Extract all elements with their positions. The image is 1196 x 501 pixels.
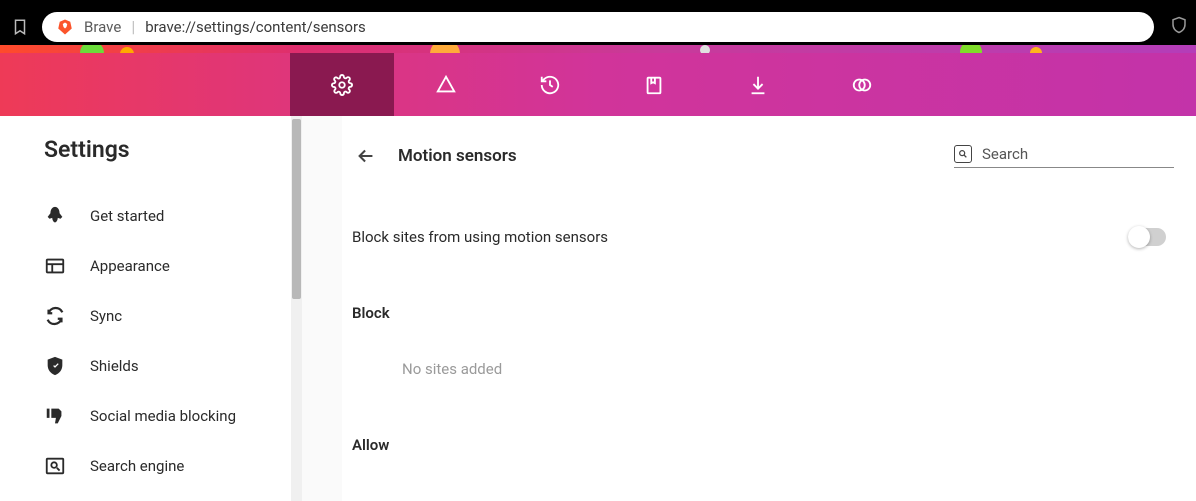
page-title: Motion sensors <box>398 146 517 166</box>
search-field[interactable] <box>954 145 1174 168</box>
search-icon <box>954 145 972 163</box>
url-text: brave://settings/content/sensors <box>145 18 366 36</box>
url-label: Brave <box>84 18 121 36</box>
layout-icon <box>44 255 66 277</box>
sidebar-item-search-engine[interactable]: Search engine <box>44 441 291 491</box>
sidebar-item-sync[interactable]: Sync <box>44 291 291 341</box>
sidebar-scrollbar[interactable] <box>291 116 302 501</box>
rocket-icon <box>44 205 66 227</box>
toggle-label: Block sites from using motion sensors <box>352 228 608 246</box>
block-sensors-toggle[interactable] <box>1128 228 1166 246</box>
block-empty-text: No sites added <box>342 322 1196 378</box>
theme-strip <box>0 45 1196 53</box>
shield-icon <box>44 355 66 377</box>
search-box-icon <box>44 455 66 477</box>
toolbar-history-tab[interactable] <box>498 53 602 116</box>
toolbar-settings-tab[interactable] <box>290 53 394 116</box>
allow-section-header: Allow <box>342 378 1196 454</box>
url-bar[interactable]: Brave | brave://settings/content/sensors <box>42 12 1154 42</box>
toolbar-wallet-tab[interactable] <box>810 53 914 116</box>
thumbs-down-icon <box>44 405 66 427</box>
sidebar-item-get-started[interactable]: Get started <box>44 191 291 241</box>
sidebar-item-label: Social media blocking <box>90 407 236 425</box>
sidebar-item-label: Shields <box>90 357 139 375</box>
sidebar-title: Settings <box>44 136 291 163</box>
back-button[interactable] <box>352 142 380 170</box>
sidebar-item-label: Sync <box>90 307 122 325</box>
bookmark-icon[interactable] <box>8 18 32 36</box>
toggle-knob <box>1128 226 1150 248</box>
sidebar-item-label: Get started <box>90 207 164 225</box>
block-section-header: Block <box>342 246 1196 322</box>
sidebar-item-label: Appearance <box>90 257 170 275</box>
search-input[interactable] <box>982 145 1152 163</box>
browser-chrome: Brave | brave://settings/content/sensors <box>0 8 1196 45</box>
sidebar-item-social-blocking[interactable]: Social media blocking <box>44 391 291 441</box>
sidebar-item-shields[interactable]: Shields <box>44 341 291 391</box>
shield-status-icon[interactable] <box>1170 16 1188 38</box>
brave-logo-icon <box>56 18 74 36</box>
sidebar-item-appearance[interactable]: Appearance <box>44 241 291 291</box>
toolbar-rewards-tab[interactable] <box>394 53 498 116</box>
settings-toolbar <box>0 53 1196 116</box>
toolbar-bookmarks-tab[interactable] <box>602 53 706 116</box>
sync-icon <box>44 305 66 327</box>
toolbar-downloads-tab[interactable] <box>706 53 810 116</box>
scrollbar-thumb[interactable] <box>292 119 301 299</box>
settings-sidebar: Settings Get started Appearance Sync Shi… <box>0 116 291 501</box>
sidebar-item-label: Search engine <box>90 457 184 475</box>
